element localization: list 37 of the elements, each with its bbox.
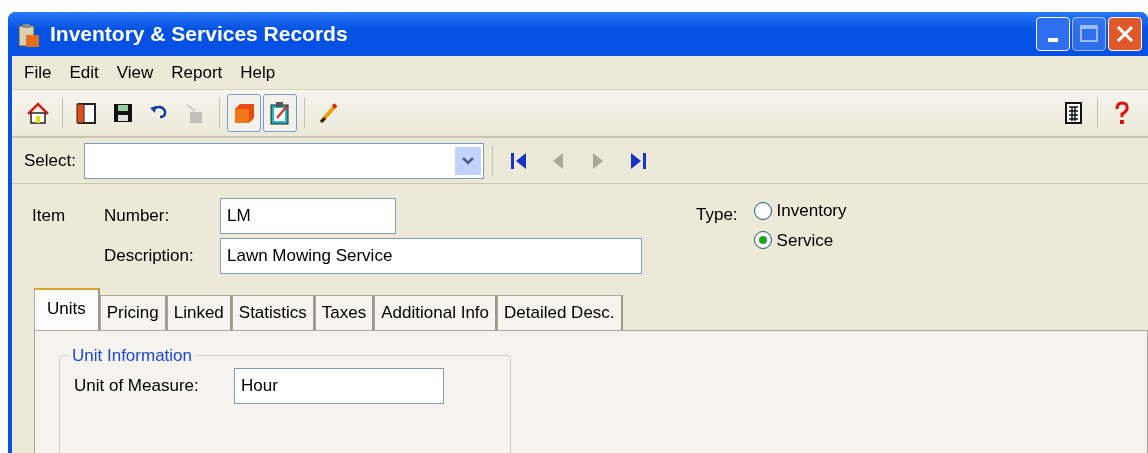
item-label: Item bbox=[32, 205, 67, 228]
description-label: Description: bbox=[104, 245, 195, 268]
minimize-icon bbox=[1048, 38, 1058, 42]
radio-label[interactable]: Inventory bbox=[776, 198, 847, 224]
minimize-button[interactable] bbox=[1036, 17, 1070, 51]
close-icon bbox=[1115, 24, 1135, 44]
tab[interactable]: Units bbox=[34, 288, 100, 330]
unit-of-measure-label: Unit of Measure: bbox=[74, 375, 200, 398]
toolbar-button[interactable] bbox=[263, 94, 297, 132]
menu-item[interactable]: Edit bbox=[69, 59, 99, 86]
description-field[interactable]: Lawn Mowing Service bbox=[220, 238, 642, 274]
tab[interactable]: Taxes bbox=[314, 295, 375, 330]
radio-label[interactable]: Service bbox=[776, 227, 834, 253]
select-label: Select: bbox=[24, 149, 76, 172]
close-button[interactable] bbox=[1108, 17, 1142, 51]
home-icon bbox=[25, 100, 51, 126]
radio-button[interactable] bbox=[753, 201, 772, 220]
group-title: Unit Information bbox=[71, 344, 193, 367]
maximize-button[interactable] bbox=[1072, 17, 1106, 51]
menu-item[interactable]: Report bbox=[171, 59, 223, 86]
menu-item[interactable]: File bbox=[24, 59, 52, 86]
number-field[interactable]: LM bbox=[220, 198, 396, 234]
tab[interactable]: Detailed Desc. bbox=[497, 295, 623, 330]
number-label: Number: bbox=[104, 205, 171, 228]
tab[interactable]: Additional Info bbox=[374, 295, 497, 330]
tab[interactable]: Statistics bbox=[231, 295, 315, 330]
unit-of-measure-field[interactable]: Hour bbox=[234, 368, 444, 404]
select-dropdown[interactable] bbox=[84, 142, 484, 179]
tab[interactable]: Linked bbox=[166, 295, 232, 330]
type-label: Type: bbox=[696, 204, 738, 226]
maximize-icon bbox=[1079, 24, 1099, 44]
clipboard-app-icon bbox=[16, 21, 42, 50]
menu-item[interactable]: View bbox=[116, 59, 154, 86]
menu-item[interactable]: Help bbox=[240, 59, 276, 86]
radio-button[interactable] bbox=[753, 231, 772, 250]
window-title: Inventory & Services Records bbox=[50, 21, 348, 48]
tab[interactable]: Pricing bbox=[99, 295, 167, 330]
